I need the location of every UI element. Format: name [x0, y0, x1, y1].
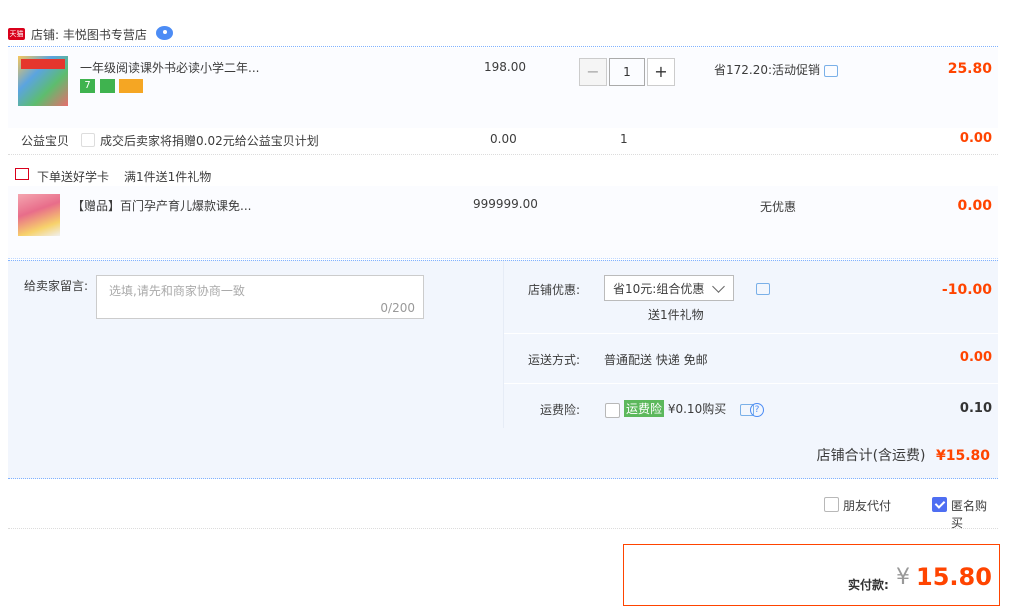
- unit-price: 198.00: [484, 60, 526, 74]
- message-pane: 给卖家留言: 选填,请先和商家协商一致 0/200: [8, 261, 504, 429]
- checkmark-icon: [934, 498, 946, 509]
- insurance-checkbox[interactable]: [605, 403, 620, 418]
- shipping-amount: 0.00: [959, 350, 992, 365]
- order-item: 一年级阅读课外书必读小学二年... 7 198.00 − 1 + 省172.20…: [8, 48, 998, 128]
- insurance-amount: 0.10: [959, 401, 992, 416]
- promotion-info: 省172.20:活动促销: [714, 61, 839, 78]
- shop-total-row: 店铺合计(含运费) ¥15.80: [8, 428, 998, 479]
- gift-promo-label: 下单送好学卡: [37, 170, 110, 184]
- shop-discount-label: 店铺优惠:: [527, 283, 580, 297]
- insurance-info: 运费险 ¥0.10购买: [624, 400, 726, 417]
- payment-currency: ¥: [896, 565, 910, 590]
- insurance-tag: 运费险: [624, 400, 665, 417]
- message-textarea[interactable]: 选填,请先和商家协商一致 0/200: [96, 275, 424, 319]
- seven-day-return-icon[interactable]: 7: [80, 79, 95, 93]
- charity-label: 公益宝贝: [21, 134, 70, 148]
- charity-row: 公益宝贝 成交后卖家将捐赠0.02元给公益宝贝计划 0.00 1 0.00: [8, 128, 998, 155]
- anonymous-label[interactable]: 匿名购买: [951, 497, 998, 531]
- charity-text: 成交后卖家将捐赠0.02元给公益宝贝计划: [100, 134, 319, 148]
- wangwang-chat-icon[interactable]: [156, 26, 173, 40]
- shop-discount-row: 店铺优惠: 省10元:组合优惠 送1件礼物 -10.00: [504, 261, 998, 334]
- chat-icon[interactable]: [824, 64, 839, 77]
- friend-pay-label[interactable]: 朋友代付: [843, 497, 891, 514]
- decrease-quantity-button[interactable]: −: [579, 58, 607, 86]
- payment-summary: 实付款: ¥ 15.80: [623, 544, 1000, 606]
- shop-discount-gift: 送1件礼物: [648, 308, 704, 322]
- shop-total: 店铺合计(含运费) ¥15.80: [817, 445, 990, 465]
- guarantee-icon[interactable]: [100, 79, 115, 93]
- product-thumbnail[interactable]: [18, 56, 68, 106]
- increase-quantity-button[interactable]: +: [647, 58, 675, 86]
- message-char-count: 0/200: [380, 301, 415, 315]
- message-placeholder: 选填,请先和商家协商一致: [109, 284, 245, 298]
- chevron-down-icon: [712, 280, 725, 293]
- promotion-text: 无优惠: [760, 200, 797, 214]
- charity-qty: 1: [620, 132, 628, 146]
- shipping-label: 运送方式:: [527, 353, 580, 367]
- chat-icon[interactable]: [756, 283, 770, 295]
- shop-discount-selected: 省10元:组合优惠: [613, 282, 705, 296]
- tmall-icon: 天猫: [8, 28, 25, 40]
- item-subtotal: 25.80: [947, 61, 992, 77]
- promotion-text: 省172.20:活动促销: [714, 63, 821, 77]
- gift-promo-text: 满1件送1件礼物: [124, 170, 212, 184]
- friend-pay-checkbox[interactable]: [824, 497, 839, 512]
- item-subtotal: 0.00: [957, 198, 992, 214]
- quantity-stepper: − 1 +: [579, 58, 675, 86]
- credit-card-icon[interactable]: [119, 79, 143, 93]
- product-title[interactable]: 【赠品】百门孕产育儿爆款课免...: [72, 197, 251, 214]
- product-title[interactable]: 一年级阅读课外书必读小学二年...: [80, 59, 259, 76]
- shop-discount-select[interactable]: 省10元:组合优惠: [604, 275, 734, 301]
- product-thumbnail[interactable]: [18, 194, 60, 236]
- quantity-input[interactable]: 1: [609, 58, 645, 86]
- message-label: 给卖家留言:: [24, 279, 89, 293]
- shipping-row: 运送方式: 普通配送 快递 免邮 0.00: [504, 333, 998, 384]
- order-options: 给卖家留言: 选填,请先和商家协商一致 0/200 店铺优惠: 省10元:组合优…: [8, 260, 998, 429]
- insurance-label: 运费险:: [539, 403, 580, 417]
- shop-discount-amount: -10.00: [941, 282, 992, 298]
- help-icon[interactable]: ?: [750, 403, 764, 417]
- payment-label: 实付款:: [848, 578, 889, 592]
- unit-price: 999999.00: [473, 197, 538, 211]
- shop-name[interactable]: 店铺: 丰悦图书专营店: [31, 26, 147, 43]
- anonymous-checkbox[interactable]: [932, 497, 947, 512]
- insurance-row: 运费险: 运费险 ¥0.10购买 ? 0.10: [504, 383, 998, 429]
- shop-total-amount: ¥15.80: [935, 448, 990, 464]
- charity-amount: 0.00: [959, 131, 992, 146]
- gift-icon: [15, 168, 29, 180]
- order-item: 【赠品】百门孕产育儿爆款课免... 999999.00 无优惠 0.00: [8, 186, 998, 259]
- gift-promo-row: 下单送好学卡 满1件送1件礼物: [8, 164, 998, 186]
- shop-total-label: 店铺合计(含运费): [816, 448, 926, 464]
- payment-options-row: 朋友代付 匿名购买: [8, 482, 998, 531]
- charity-price: 0.00: [490, 132, 517, 146]
- shop-header: 天猫 店铺: 丰悦图书专营店: [8, 24, 998, 47]
- insurance-price: ¥0.10购买: [667, 402, 727, 416]
- payment-amount: 15.80: [916, 563, 992, 591]
- charity-checkbox[interactable]: [81, 133, 95, 147]
- shipping-method: 普通配送 快递 免邮: [604, 353, 708, 367]
